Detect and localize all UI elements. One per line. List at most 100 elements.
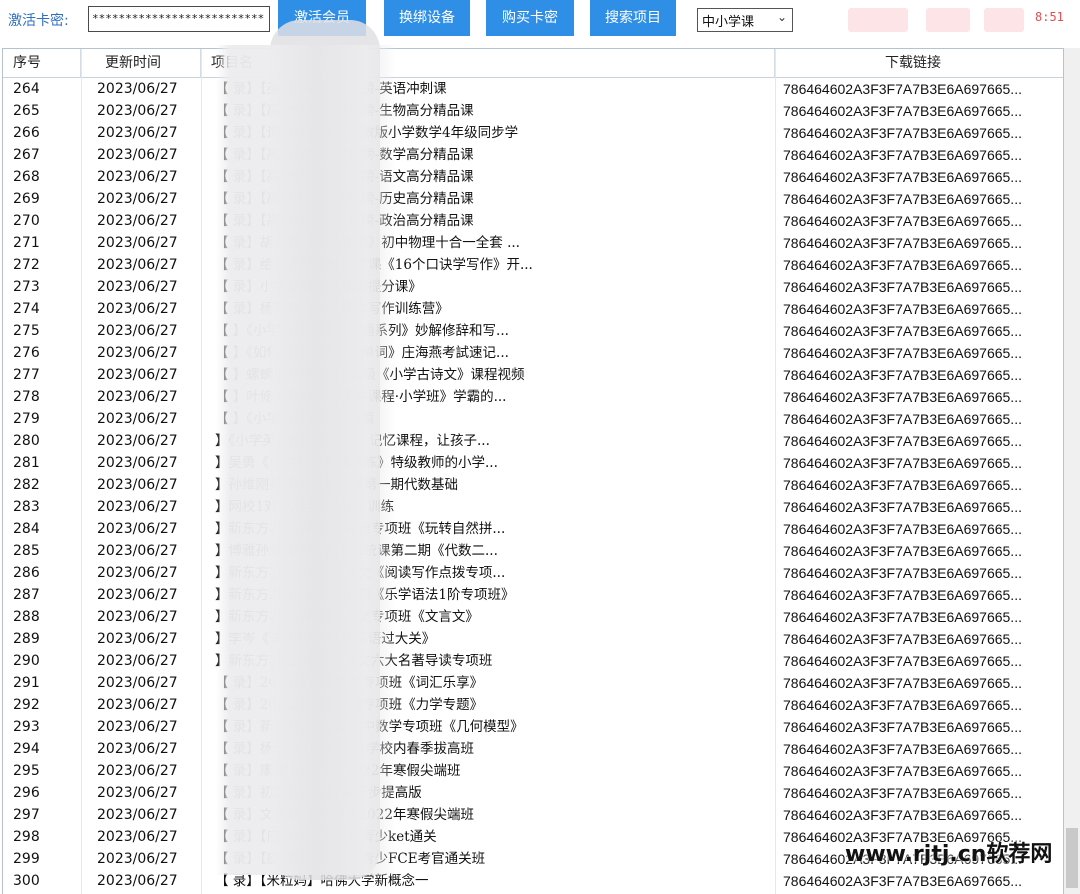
table-row[interactable]: 2862023/06/27 】新东方2022春小学语文《阅读写作点拨专项...7… [3, 562, 1063, 584]
table-row[interactable]: 2922023/06/27【 录】2022春初中物理专项班《力学专题》78646… [3, 694, 1063, 716]
row-download-link: 786464602A3F3F7A7B3E6A697665... [783, 873, 1022, 889]
row-date: 2023/06/27 [97, 829, 178, 845]
table-row[interactable]: 2832023/06/27 】网校1对1小学作文分步训练786464602A3F… [3, 496, 1063, 518]
row-id: 285 [13, 543, 40, 559]
row-date: 2023/06/27 [97, 147, 178, 163]
table-row[interactable]: 2662023/06/27【 录】【追你学】统编人教版小学数学4年级同步学786… [3, 122, 1063, 144]
row-date: 2023/06/27 [97, 807, 178, 823]
table-row[interactable]: 2702023/06/27【 录】【高分政治】学魁榜-政治高分精品课786464… [3, 210, 1063, 232]
table-row[interactable]: 2682023/06/27【 录】【高分语文】学魁榜-语文高分精品课786464… [3, 166, 1063, 188]
table-row[interactable]: 2932023/06/27【 录】新东方2022春初中数学专项班《几何模型》78… [3, 716, 1063, 738]
table-row[interactable]: 2852023/06/27 】博雅孙维刚数学初中系统课第二期《代数二...786… [3, 540, 1063, 562]
row-download-link: 786464602A3F3F7A7B3E6A697665... [783, 169, 1022, 185]
table-row[interactable]: 2782023/06/27【 】叶修《深度学习策略课程·小学班》学霸的...78… [3, 386, 1063, 408]
row-id: 275 [13, 323, 40, 339]
row-id: 270 [13, 213, 40, 229]
blurred-region [926, 8, 970, 32]
row-id: 289 [13, 631, 40, 647]
buy-card-key-button[interactable]: 购买卡密 [486, 0, 574, 36]
row-download-link: 786464602A3F3F7A7B3E6A697665... [783, 367, 1022, 383]
table-row[interactable]: 2752023/06/27【 】《小学语文写作小灵通系列》妙解修辞和写...78… [3, 320, 1063, 342]
table-row[interactable]: 2742023/06/27【 录】杨巧铃《中考散文写作训练营》786464602… [3, 298, 1063, 320]
row-id: 265 [13, 103, 40, 119]
row-id: 291 [13, 675, 40, 691]
table-row[interactable]: 2722023/06/27【 录】给孩子的高分作文课《16个口诀学写作》开...… [3, 254, 1063, 276]
row-id: 277 [13, 367, 40, 383]
row-date: 2023/06/27 [97, 675, 178, 691]
row-date: 2023/06/27 [97, 81, 178, 97]
rebind-device-button[interactable]: 换绑设备 [384, 0, 470, 36]
row-download-link: 786464602A3F3F7A7B3E6A697665... [783, 587, 1022, 603]
row-date: 2023/06/27 [97, 521, 178, 537]
chevron-down-icon: ⌄ [776, 10, 787, 24]
blurred-region [216, 45, 396, 875]
table-row[interactable]: 2842023/06/27 】新东方2022春小学英语专项班《玩转自然拼...7… [3, 518, 1063, 540]
row-download-link: 786464602A3F3F7A7B3E6A697665... [783, 697, 1022, 713]
table-row[interactable]: 2762023/06/27【 】《如何快速记忆英语单词》庄海燕考試速记...78… [3, 342, 1063, 364]
row-id: 287 [13, 587, 40, 603]
vertical-scrollbar[interactable] [1064, 48, 1080, 894]
row-download-link: 786464602A3F3F7A7B3E6A697665... [783, 675, 1022, 691]
table-row[interactable]: 2732023/06/27【 录】小学高年级《阅读提分课》786464602A3… [3, 276, 1063, 298]
row-id: 294 [13, 741, 40, 757]
table-row[interactable]: 2712023/06/27【 录】胡志强《中考物理》初中物理十合一全套 ...7… [3, 232, 1063, 254]
row-id: 278 [13, 389, 40, 405]
row-date: 2023/06/27 [97, 125, 178, 141]
row-id: 282 [13, 477, 40, 493]
search-project-button[interactable]: 搜索项目 [590, 0, 676, 36]
table-row[interactable]: 2652023/06/27【 录】【高分生物】学魁榜-生物高分精品课786464… [3, 100, 1063, 122]
row-id: 267 [13, 147, 40, 163]
row-id: 297 [13, 807, 40, 823]
table-row[interactable]: 2942023/06/27【 录】杨琦 2022初一数学校内春季拔高班78646… [3, 738, 1063, 760]
row-date: 2023/06/27 [97, 609, 178, 625]
watermark-text: www.rjtj.cn软荐网 [845, 842, 1053, 867]
table-row[interactable]: 2872023/06/27 】新东方2022春小学英语《乐学语法1阶专项班》78… [3, 584, 1063, 606]
row-date: 2023/06/27 [97, 873, 178, 889]
table-row[interactable]: 2912023/06/27【 录】2022春初中英语专项班《词汇乐享》78646… [3, 672, 1063, 694]
table-row[interactable]: 2812023/06/27 】吴勇《小学写作基础训练》特级教师的小学...786… [3, 452, 1063, 474]
table-row[interactable]: 2672023/06/27【 录】【高分数学】学魁榜-数学高分精品课786464… [3, 144, 1063, 166]
row-download-link: 786464602A3F3F7A7B3E6A697665... [783, 235, 1022, 251]
header-date[interactable]: 更新时间 [81, 49, 201, 77]
row-id: 295 [13, 763, 40, 779]
table-row[interactable]: 2972023/06/27【 录】文旭刚 高一英语2022年寒假尖端班78646… [3, 804, 1063, 826]
row-id: 299 [13, 851, 40, 867]
row-download-link: 786464602A3F3F7A7B3E6A697665... [783, 345, 1022, 361]
row-download-link: 786464602A3F3F7A7B3E6A697665... [783, 521, 1022, 537]
table-row[interactable]: 2902023/06/27 】新东方2022春小学语文六大名著导读专项班7864… [3, 650, 1063, 672]
table-row[interactable]: 2772023/06/27【 】螺蛳小学语文1-6年级《小学古诗文》课程视频78… [3, 364, 1063, 386]
table-row[interactable]: 2882023/06/27 】新东方2022春初中语文专项班《文言文》78646… [3, 606, 1063, 628]
row-id: 266 [13, 125, 40, 141]
row-id: 286 [13, 565, 40, 581]
table-row[interactable]: 2892023/06/27 】李岑《李岑老师·小学英语过大关》786464602… [3, 628, 1063, 650]
table-row[interactable]: 2692023/06/27【 录】【高分历史】学魁榜-历史高分精品课786464… [3, 188, 1063, 210]
card-key-label: 激活卡密: [8, 13, 69, 29]
table-row[interactable]: 2952023/06/27【 录】康冲 高一化学2022年寒假尖端班786464… [3, 760, 1063, 782]
category-select-value: 中小学课 [702, 15, 755, 30]
row-date: 2023/06/27 [97, 653, 178, 669]
table-row[interactable]: 300 2023/06/27 【 录】【米粒妈】哈佛大学新概念一 786464602A… [3, 870, 1063, 892]
clock-text: 8:51 [1035, 10, 1064, 24]
row-date: 2023/06/27 [97, 367, 178, 383]
row-date: 2023/06/27 [97, 543, 178, 559]
row-date: 2023/06/27 [97, 587, 178, 603]
row-date: 2023/06/27 [97, 697, 178, 713]
row-download-link: 786464602A3F3F7A7B3E6A697665... [783, 741, 1022, 757]
row-id: 296 [13, 785, 40, 801]
table-row[interactable]: 2792023/06/27【 】《小学科学课》入门篇786464602A3F3F… [3, 408, 1063, 430]
project-table: 序号 更新时间 项目名 下载链接 2642023/06/27【 录】【英语冲刺】… [2, 48, 1064, 894]
scrollbar-thumb[interactable] [1066, 828, 1078, 888]
table-row[interactable]: 2642023/06/27【 录】【英语冲刺】学魁榜-英语冲刺课78646460… [3, 78, 1063, 100]
row-id: 290 [13, 653, 40, 669]
card-key-input[interactable]: ************************** [88, 6, 270, 32]
row-id: 269 [13, 191, 40, 207]
table-row[interactable]: 2962023/06/27【 录】初二政治人教版同步提高版786464602A3… [3, 782, 1063, 804]
header-link[interactable]: 下载链接 [775, 49, 1063, 77]
table-row[interactable]: 2802023/06/27 】《小学英语800个单词》记忆课程，让孩子...78… [3, 430, 1063, 452]
table-row[interactable]: 2822023/06/27 】孙维刚数学初中系统课第一期代数基础78646460… [3, 474, 1063, 496]
row-download-link: 786464602A3F3F7A7B3E6A697665... [783, 433, 1022, 449]
row-download-link: 786464602A3F3F7A7B3E6A697665... [783, 323, 1022, 339]
header-id[interactable]: 序号 [3, 49, 81, 77]
row-id: 264 [13, 81, 40, 97]
category-select[interactable]: 中小学课 ⌄ [697, 8, 793, 32]
